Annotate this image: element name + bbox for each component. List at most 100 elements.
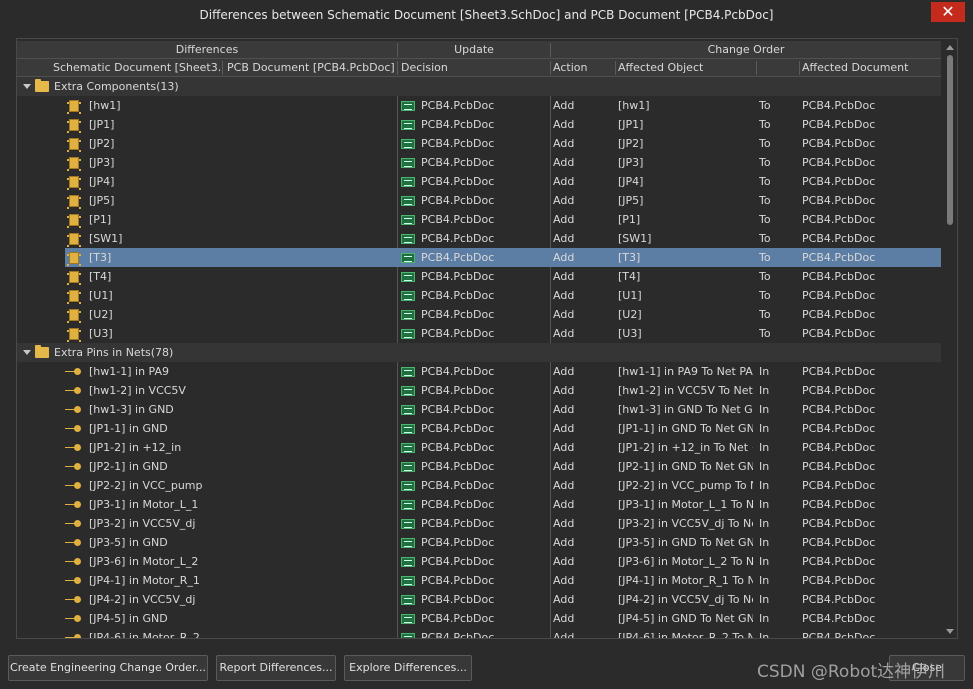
column-affected-object[interactable]: Affected Object: [618, 59, 753, 77]
table-row[interactable]: [JP1-2] in +12_in PCB4.PcbDoc Add [JP1-2] i…: [17, 438, 941, 457]
pcb-document-icon: [401, 519, 415, 529]
item-name: [hw1-2] in VCC5V: [89, 384, 186, 397]
item-name: [U2]: [89, 308, 113, 321]
affected-object-cell: [JP3-5] in GND To Net GND: [618, 536, 753, 549]
pin-dot: [74, 596, 81, 603]
table-row[interactable]: [U3] PCB4.PcbDoc Add [U3] To PCB4.PcbDoc: [17, 324, 941, 343]
affected-document-cell: PCB4.PcbDoc: [802, 251, 876, 264]
expand-arrow-icon[interactable]: [23, 350, 31, 355]
table-row[interactable]: [P1] PCB4.PcbDoc Add [P1] To PCB4.PcbDoc: [17, 210, 941, 229]
preposition-cell: In: [759, 631, 770, 639]
component-icon: [67, 271, 81, 285]
report-differences-button[interactable]: Report Differences...: [216, 655, 336, 681]
table-row[interactable]: [hw1] PCB4.PcbDoc Add [hw1] To PCB4.PcbDoc: [17, 96, 941, 115]
create-eco-button[interactable]: Create Engineering Change Order...: [8, 655, 208, 681]
column-schematic[interactable]: Schematic Document [Sheet3.S...: [53, 59, 223, 77]
table-row[interactable]: [hw1-1] in PA9 PCB4.PcbDoc Add [hw1-1] in P…: [17, 362, 941, 381]
group-row[interactable]: Extra Components(13): [17, 77, 941, 96]
close-window-button[interactable]: ✕: [931, 2, 965, 22]
decision-cell: PCB4.PcbDoc: [421, 137, 495, 150]
vertical-scrollbar[interactable]: [943, 41, 957, 638]
affected-object-cell: [JP4-1] in Motor_R_1 To Net: [618, 574, 753, 587]
scroll-thumb[interactable]: [947, 55, 953, 225]
pin-dot: [74, 387, 81, 394]
table-row[interactable]: [JP4-6] in Motor_R_2 PCB4.PcbDoc Add [JP4-6…: [17, 628, 941, 639]
affected-document-cell: PCB4.PcbDoc: [802, 536, 876, 549]
table-row[interactable]: [U2] PCB4.PcbDoc Add [U2] To PCB4.PcbDoc: [17, 305, 941, 324]
scroll-up-arrow-icon[interactable]: [946, 45, 954, 50]
preposition-cell: To: [759, 175, 771, 188]
table-row[interactable]: [JP1] PCB4.PcbDoc Add [JP1] To PCB4.PcbDoc: [17, 115, 941, 134]
table-row[interactable]: [JP3-6] in Motor_L_2 PCB4.PcbDoc Add [JP3-6…: [17, 552, 941, 571]
pin-dot: [74, 482, 81, 489]
pcb-document-icon: [401, 481, 415, 491]
pcb-document-icon: [401, 576, 415, 586]
pin-dot: [74, 444, 81, 451]
table-row[interactable]: [JP4-5] in GND PCB4.PcbDoc Add [JP4-5] in G…: [17, 609, 941, 628]
item-name: [JP4]: [89, 175, 115, 188]
action-cell: Add: [553, 498, 575, 511]
table-row[interactable]: [JP5] PCB4.PcbDoc Add [JP5] To PCB4.PcbDoc: [17, 191, 941, 210]
table-row[interactable]: [JP4-2] in VCC5V_dj PCB4.PcbDoc Add [JP4-2]…: [17, 590, 941, 609]
action-cell: Add: [553, 308, 575, 321]
table-row[interactable]: [JP2-1] in GND PCB4.PcbDoc Add [JP2-1] in G…: [17, 457, 941, 476]
affected-object-cell: [SW1]: [618, 232, 652, 245]
table-row[interactable]: [JP1-1] in GND PCB4.PcbDoc Add [JP1-1] in G…: [17, 419, 941, 438]
component-icon: [67, 119, 81, 133]
group-row[interactable]: Extra Pins in Nets(78): [17, 343, 941, 362]
pcb-document-icon: [401, 139, 415, 149]
pcb-document-icon: [401, 462, 415, 472]
affected-document-cell: PCB4.PcbDoc: [802, 156, 876, 169]
table-row[interactable]: [JP3-2] in VCC5V_dj PCB4.PcbDoc Add [JP3-2]…: [17, 514, 941, 533]
component-icon: [67, 290, 81, 304]
table-row[interactable]: [T4] PCB4.PcbDoc Add [T4] To PCB4.PcbDoc: [17, 267, 941, 286]
pcb-document-icon: [401, 234, 415, 244]
column-action[interactable]: Action: [553, 59, 613, 77]
component-icon: [67, 252, 81, 266]
title-bar: Differences between Schematic Document […: [0, 0, 973, 32]
affected-document-cell: PCB4.PcbDoc: [802, 631, 876, 639]
action-cell: Add: [553, 612, 575, 625]
component-icon: [67, 157, 81, 171]
table-row[interactable]: [JP3-1] in Motor_L_1 PCB4.PcbDoc Add [JP3-1…: [17, 495, 941, 514]
expand-arrow-icon[interactable]: [23, 84, 31, 89]
table-row[interactable]: [JP2-2] in VCC_pump PCB4.PcbDoc Add [JP2-2]…: [17, 476, 941, 495]
component-icon: [67, 328, 81, 342]
table-row[interactable]: [hw1-2] in VCC5V PCB4.PcbDoc Add [hw1-2] in…: [17, 381, 941, 400]
table-row[interactable]: [hw1-3] in GND PCB4.PcbDoc Add [hw1-3] in G…: [17, 400, 941, 419]
table-row[interactable]: [JP4] PCB4.PcbDoc Add [JP4] To PCB4.PcbDoc: [17, 172, 941, 191]
table-row[interactable]: [JP3] PCB4.PcbDoc Add [JP3] To PCB4.PcbDoc: [17, 153, 941, 172]
group-header-row: Differences Update Change Order: [17, 41, 941, 59]
preposition-cell: In: [759, 365, 770, 378]
decision-cell: PCB4.PcbDoc: [421, 118, 495, 131]
item-name: [SW1]: [89, 232, 123, 245]
column-pcb[interactable]: PCB Document [PCB4.PcbDoc]: [227, 59, 395, 77]
pin-icon: [65, 576, 81, 585]
preposition-cell: To: [759, 232, 771, 245]
pcb-document-icon: [401, 101, 415, 111]
pcb-document-icon: [401, 557, 415, 567]
table-row[interactable]: [JP2] PCB4.PcbDoc Add [JP2] To PCB4.PcbDoc: [17, 134, 941, 153]
table-row[interactable]: [JP3-5] in GND PCB4.PcbDoc Add [JP3-5] in G…: [17, 533, 941, 552]
table-row[interactable]: [JP4-1] in Motor_R_1 PCB4.PcbDoc Add [JP4-1…: [17, 571, 941, 590]
table-row[interactable]: [SW1] PCB4.PcbDoc Add [SW1] To PCB4.PcbDoc: [17, 229, 941, 248]
decision-cell: PCB4.PcbDoc: [421, 384, 495, 397]
column-decision[interactable]: Decision: [401, 59, 549, 77]
column-affected-document[interactable]: Affected Document: [802, 59, 940, 77]
pin-dot: [74, 501, 81, 508]
scroll-down-arrow-icon[interactable]: [946, 629, 954, 634]
rows-container: Extra Components(13) [hw1] PCB4.PcbDoc Add[…: [17, 77, 941, 639]
affected-document-cell: PCB4.PcbDoc: [802, 213, 876, 226]
preposition-cell: To: [759, 308, 771, 321]
item-name: [JP3-6] in Motor_L_2: [89, 555, 199, 568]
preposition-cell: To: [759, 137, 771, 150]
table-row[interactable]: [T3] PCB4.PcbDoc Add [T3] To PCB4.PcbDoc: [17, 248, 941, 267]
pin-icon: [65, 557, 81, 566]
affected-document-cell: PCB4.PcbDoc: [802, 137, 876, 150]
table-row[interactable]: [U1] PCB4.PcbDoc Add [U1] To PCB4.PcbDoc: [17, 286, 941, 305]
decision-cell: PCB4.PcbDoc: [421, 99, 495, 112]
pin-dot: [74, 368, 81, 375]
explore-differences-button[interactable]: Explore Differences...: [344, 655, 472, 681]
action-cell: Add: [553, 555, 575, 568]
decision-cell: PCB4.PcbDoc: [421, 175, 495, 188]
